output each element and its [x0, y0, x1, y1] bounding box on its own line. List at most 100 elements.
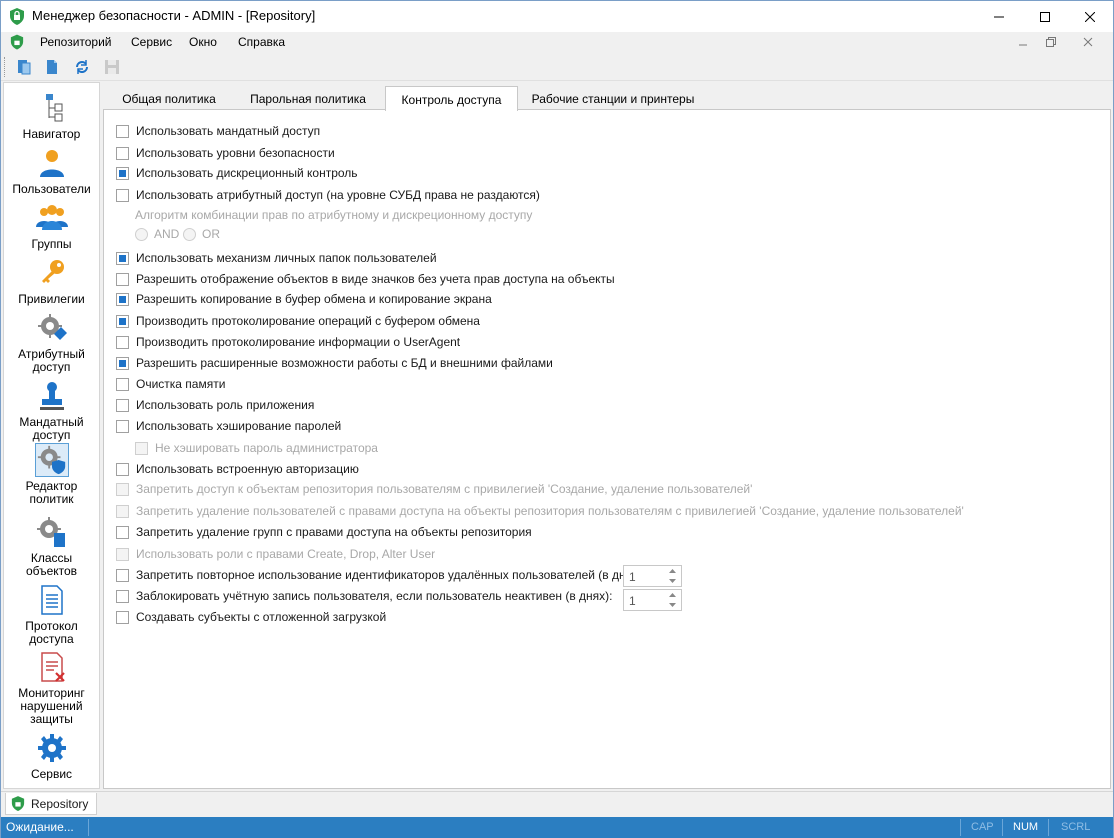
checkbox[interactable] [116, 314, 129, 328]
option-no-admin-hash[interactable]: Не хэшировать пароль администратора [135, 440, 378, 456]
checkbox[interactable] [116, 547, 129, 561]
stepper-value[interactable]: 1 [629, 594, 636, 608]
nav-item-privileges[interactable]: Привилегии [4, 256, 99, 306]
checkbox[interactable] [116, 124, 129, 138]
checkbox[interactable] [116, 610, 129, 624]
nav-item-mandatory-access[interactable]: Мандатный доступ [4, 379, 99, 442]
new-document-button[interactable] [13, 56, 35, 78]
maximize-button[interactable] [1022, 1, 1068, 32]
nav-item-service[interactable]: Сервис [4, 731, 99, 781]
option-personal-folders[interactable]: Использовать механизм личных папок польз… [116, 250, 437, 266]
option-lazy-subjects[interactable]: Создавать субъекты с отложенной загрузко… [116, 609, 386, 625]
option-deny-group-delete[interactable]: Запретить удаление групп с правами досту… [116, 524, 532, 540]
option-lock-inactive[interactable]: Заблокировать учётную запись пользовател… [116, 588, 613, 604]
option-deny-user-delete[interactable]: Запретить удаление пользователей с права… [116, 503, 964, 519]
inactive-days-stepper[interactable]: 1 [623, 589, 682, 611]
option-security-levels[interactable]: Использовать уровни безопасности [116, 145, 335, 161]
stepper-down-button[interactable] [663, 576, 681, 586]
checkbox[interactable] [116, 166, 129, 180]
gear-document-icon [36, 517, 65, 547]
nav-label: Навигатор [22, 127, 81, 141]
mdi-minimize-button[interactable] [1015, 35, 1031, 49]
checkbox[interactable] [116, 589, 129, 603]
option-discretionary-control[interactable]: Использовать дискреционный контроль [116, 165, 358, 181]
menu-repository[interactable]: Репозиторий [40, 35, 112, 49]
nav-item-attribute-access[interactable]: Атрибутный доступ [4, 311, 99, 374]
mdi-close-button[interactable] [1080, 35, 1096, 49]
nav-label: Мониторинг нарушений защиты [18, 686, 85, 726]
menu-window[interactable]: Окно [189, 35, 217, 49]
checkbox[interactable] [135, 441, 148, 455]
stepper-down-button[interactable] [663, 600, 681, 610]
option-memory-clear[interactable]: Очистка памяти [116, 376, 225, 392]
nav-item-groups[interactable]: Группы [4, 201, 99, 251]
checkbox[interactable] [116, 482, 129, 496]
option-useragent-log[interactable]: Производить протоколирование информации … [116, 334, 460, 350]
option-password-hash[interactable]: Использовать хэширование паролей [116, 418, 341, 434]
tab-access-control[interactable]: Контроль доступа [385, 86, 518, 111]
tab-password-policy[interactable]: Парольная политика [243, 88, 373, 110]
radio-and[interactable]: AND [135, 227, 179, 241]
option-label: Разрешить расширенные возможности работы… [136, 356, 553, 370]
stamp-icon [39, 382, 64, 410]
checkbox[interactable] [116, 188, 129, 202]
radio-button[interactable] [183, 227, 196, 241]
checkbox[interactable] [116, 525, 129, 539]
document-tab-repository[interactable]: Repository [5, 793, 97, 815]
refresh-icon [76, 60, 88, 74]
toolbar-grip[interactable] [4, 57, 7, 77]
nav-item-users[interactable]: Пользователи [4, 146, 99, 196]
checkbox[interactable] [116, 335, 129, 349]
option-db-files[interactable]: Разрешить расширенные возможности работы… [116, 355, 553, 371]
open-button[interactable] [41, 56, 63, 78]
option-app-role[interactable]: Использовать роль приложения [116, 397, 314, 413]
nav-item-object-classes[interactable]: Классы объектов [4, 515, 99, 578]
stepper-up-button[interactable] [663, 566, 681, 576]
checkbox[interactable] [116, 146, 129, 160]
radio-or[interactable]: OR [183, 227, 220, 241]
option-clipboard-copy[interactable]: Разрешить копирование в буфер обмена и к… [116, 291, 492, 307]
refresh-button[interactable] [71, 56, 93, 78]
group-icon [35, 205, 68, 230]
option-mandatory-access[interactable]: Использовать мандатный доступ [116, 123, 320, 139]
stepper-up-button[interactable] [663, 590, 681, 600]
radio-button[interactable] [135, 227, 148, 241]
option-clipboard-log[interactable]: Производить протоколирование операций с … [116, 313, 480, 329]
minimize-icon [1019, 44, 1027, 46]
option-label: Использовать механизм личных папок польз… [136, 251, 437, 265]
nav-label: Пользователи [12, 182, 91, 196]
checkbox[interactable] [116, 272, 129, 286]
menu-help[interactable]: Справка [238, 35, 285, 49]
checkbox[interactable] [116, 568, 129, 582]
nav-item-access-log[interactable]: Протокол доступа [4, 583, 99, 646]
tab-general-policy[interactable]: Общая политика [113, 88, 225, 110]
tab-workstations-printers[interactable]: Рабочие станции и принтеры [528, 88, 698, 110]
checkbox[interactable] [116, 419, 129, 433]
checkbox[interactable] [116, 356, 129, 370]
checkbox[interactable] [116, 377, 129, 391]
mdi-restore-button[interactable] [1043, 35, 1059, 49]
id-reuse-days-stepper[interactable]: 1 [623, 565, 682, 587]
option-roles-create[interactable]: Использовать роли с правами Create, Drop… [116, 546, 435, 562]
checkbox[interactable] [116, 504, 129, 518]
num-indicator: NUM [1013, 821, 1039, 833]
checkbox[interactable] [116, 398, 129, 412]
nav-item-violation-monitoring[interactable]: Мониторинг нарушений защиты [4, 650, 99, 726]
nav-item-navigator[interactable]: Навигатор [4, 91, 99, 141]
stepper-value[interactable]: 1 [629, 570, 636, 584]
option-show-icons[interactable]: Разрешить отображение объектов в виде зн… [116, 271, 615, 287]
checkbox[interactable] [116, 462, 129, 476]
option-attribute-access[interactable]: Использовать атрибутный доступ (на уровн… [116, 187, 540, 203]
option-deny-id-reuse[interactable]: Запретить повторное использование иденти… [116, 567, 645, 583]
checkbox[interactable] [116, 251, 129, 265]
checkbox[interactable] [116, 292, 129, 306]
radio-label: AND [154, 227, 180, 241]
status-bar: Ожидание... CAP NUM SCRL [1, 817, 1113, 838]
save-button[interactable] [101, 56, 123, 78]
close-button[interactable] [1067, 1, 1113, 32]
option-deny-repo-access[interactable]: Запретить доступ к объектам репозитория … [116, 481, 752, 497]
minimize-button[interactable] [976, 1, 1022, 32]
option-builtin-auth[interactable]: Использовать встроенную авторизацию [116, 461, 359, 477]
nav-item-policy-editor[interactable]: Редактор политик [4, 443, 99, 506]
menu-service[interactable]: Сервис [131, 35, 172, 49]
